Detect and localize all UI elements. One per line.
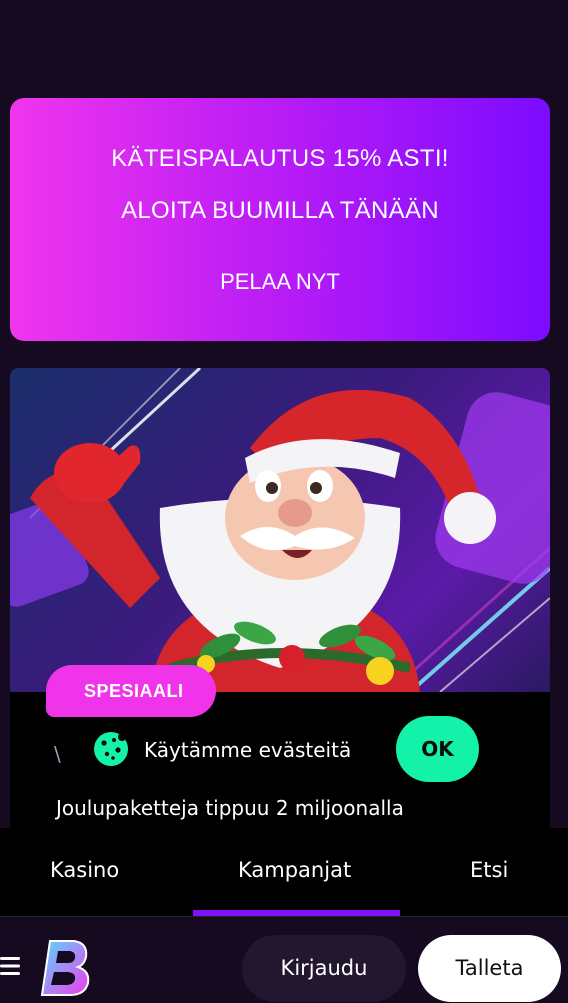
brand-logo-icon[interactable]	[38, 937, 94, 999]
promotion-title[interactable]: Joulupaketteja tippuu 2 miljoonalla	[56, 796, 404, 820]
login-button[interactable]: Kirjaudu	[242, 935, 406, 1002]
santa-art	[10, 368, 550, 692]
bottom-bar: Kirjaudu Talleta	[0, 916, 568, 1003]
santa-illustration	[10, 368, 550, 692]
page: KÄTEISPALAUTUS 15% ASTI! ALOITA BUUMILLA…	[0, 0, 568, 1003]
special-badge: SPESIAALI	[46, 665, 216, 717]
promo-banner[interactable]: KÄTEISPALAUTUS 15% ASTI! ALOITA BUUMILLA…	[10, 98, 550, 341]
promotion-subtitle-fragment: \	[54, 742, 61, 766]
tab-etsi[interactable]: Etsi	[470, 858, 508, 882]
promo-headline-2: ALOITA BUUMILLA TÄNÄÄN	[121, 197, 439, 224]
tab-kampanjat[interactable]: Kampanjat	[238, 858, 351, 882]
play-now-link[interactable]: PELAA NYT	[212, 267, 348, 297]
cookie-icon	[94, 732, 128, 766]
promo-headline-1: KÄTEISPALAUTUS 15% ASTI!	[111, 145, 449, 172]
cookie-notice-text: Käytämme evästeitä	[144, 738, 352, 762]
cookie-ok-button[interactable]: OK	[396, 716, 479, 782]
hamburger-icon[interactable]	[0, 955, 22, 977]
deposit-button[interactable]: Talleta	[418, 935, 561, 1002]
tab-bar: Kasino Kampanjat Etsi	[0, 828, 568, 916]
tab-kasino[interactable]: Kasino	[50, 858, 119, 882]
